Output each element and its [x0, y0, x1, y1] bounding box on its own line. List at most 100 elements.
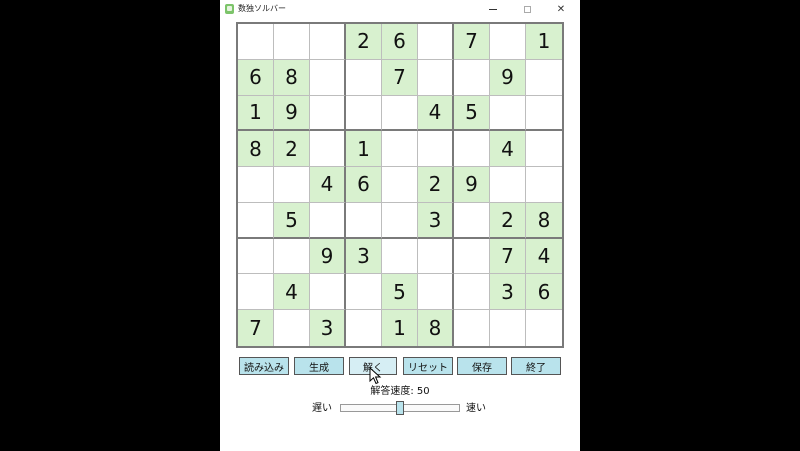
sudoku-cell[interactable]: 1 [382, 310, 418, 346]
sudoku-cell[interactable]: 7 [454, 24, 490, 60]
sudoku-cell[interactable]: 1 [526, 24, 562, 60]
sudoku-cell[interactable] [310, 59, 346, 96]
sudoku-cell[interactable]: 6 [346, 167, 382, 203]
speed-label: 解答速度: 50 [370, 386, 430, 397]
maximize-icon [523, 5, 531, 13]
close-icon: ✕ [556, 3, 566, 15]
speed-slider-thumb[interactable] [396, 401, 404, 415]
sudoku-cell[interactable] [310, 202, 346, 239]
sudoku-cell[interactable]: 1 [238, 95, 274, 132]
sudoku-cell[interactable] [310, 95, 346, 132]
sudoku-cell[interactable]: 4 [418, 95, 454, 132]
sudoku-cell[interactable]: 4 [526, 238, 562, 275]
sudoku-cell[interactable] [526, 310, 562, 346]
sudoku-cell[interactable] [490, 310, 526, 346]
minimize-icon [489, 8, 497, 10]
sudoku-cell[interactable] [382, 238, 418, 275]
sudoku-cell[interactable]: 7 [238, 310, 274, 346]
load-button[interactable]: 読み込み [239, 357, 289, 375]
sudoku-cell[interactable] [418, 238, 454, 275]
sudoku-cell[interactable] [310, 131, 346, 168]
sudoku-cell[interactable] [454, 59, 490, 96]
sudoku-cell[interactable]: 5 [274, 202, 310, 239]
sudoku-cell[interactable] [346, 274, 382, 311]
generate-button[interactable]: 生成 [294, 357, 344, 375]
sudoku-cell[interactable] [526, 60, 562, 96]
sudoku-cell[interactable]: 2 [346, 24, 382, 60]
sudoku-cell[interactable]: 3 [418, 202, 454, 239]
sudoku-cell[interactable] [490, 167, 526, 203]
sudoku-cell[interactable]: 8 [526, 202, 562, 239]
sudoku-cell[interactable]: 3 [346, 238, 382, 275]
sudoku-cell[interactable]: 6 [238, 59, 274, 96]
sudoku-cell[interactable]: 8 [418, 310, 454, 346]
minimize-button[interactable] [478, 0, 508, 18]
app-icon [225, 4, 234, 14]
sudoku-cell[interactable] [454, 238, 490, 275]
sudoku-cell[interactable] [490, 95, 526, 132]
sudoku-cell[interactable]: 9 [454, 167, 490, 203]
sudoku-cell[interactable] [274, 238, 310, 275]
sudoku-cell[interactable]: 5 [454, 95, 490, 132]
sudoku-cell[interactable]: 3 [490, 274, 526, 311]
sudoku-cell[interactable]: 8 [274, 59, 310, 96]
sudoku-cell[interactable] [454, 274, 490, 311]
sudoku-cell[interactable] [346, 310, 382, 346]
sudoku-cell[interactable] [490, 24, 526, 60]
sudoku-cell[interactable] [274, 310, 310, 346]
sudoku-cell[interactable] [274, 24, 310, 60]
sudoku-cell[interactable] [382, 95, 418, 132]
sudoku-cell[interactable]: 9 [490, 59, 526, 96]
sudoku-cell[interactable]: 6 [382, 24, 418, 60]
sudoku-cell[interactable] [238, 238, 274, 275]
sudoku-cell[interactable] [238, 24, 274, 60]
sudoku-cell[interactable]: 2 [274, 131, 310, 168]
sudoku-cell[interactable]: 4 [274, 274, 310, 311]
speed-slider[interactable] [340, 401, 460, 415]
sudoku-cell[interactable] [346, 202, 382, 239]
exit-button[interactable]: 終了 [511, 357, 561, 375]
sudoku-cell[interactable]: 4 [310, 167, 346, 203]
sudoku-cell[interactable] [382, 131, 418, 168]
sudoku-cell[interactable] [418, 131, 454, 168]
sudoku-cell[interactable] [418, 24, 454, 60]
maximize-button[interactable] [512, 0, 542, 18]
sudoku-cell[interactable]: 3 [310, 310, 346, 346]
sudoku-cell[interactable] [454, 131, 490, 168]
sudoku-cell[interactable] [238, 274, 274, 311]
sudoku-cell[interactable] [310, 274, 346, 311]
sudoku-cell[interactable] [382, 167, 418, 203]
sudoku-cell[interactable]: 1 [346, 131, 382, 168]
sudoku-cell[interactable]: 9 [310, 238, 346, 275]
sudoku-cell[interactable] [382, 202, 418, 239]
sudoku-cell[interactable]: 8 [238, 131, 274, 168]
sudoku-board: 267168791945821446295328937445367318 [236, 22, 564, 348]
save-button[interactable]: 保存 [457, 357, 507, 375]
sudoku-cell[interactable] [274, 167, 310, 203]
sudoku-cell[interactable] [418, 59, 454, 96]
sudoku-cell[interactable]: 7 [490, 238, 526, 275]
sudoku-cell[interactable]: 6 [526, 274, 562, 311]
sudoku-cell[interactable] [310, 24, 346, 60]
sudoku-cell[interactable]: 2 [490, 202, 526, 239]
sudoku-cell[interactable]: 9 [274, 95, 310, 132]
slow-label: 遅い [312, 403, 332, 414]
sudoku-cell[interactable] [526, 167, 562, 203]
sudoku-cell[interactable] [454, 202, 490, 239]
sudoku-cell[interactable] [346, 95, 382, 132]
sudoku-cell[interactable] [526, 131, 562, 168]
sudoku-cell[interactable]: 4 [490, 131, 526, 168]
sudoku-cell[interactable] [346, 59, 382, 96]
app-window: 数独ソルバー ✕ 2671687919458214462953289374453… [220, 0, 580, 451]
sudoku-cell[interactable] [418, 274, 454, 311]
title-bar[interactable]: 数独ソルバー ✕ [220, 0, 580, 18]
sudoku-cell[interactable] [238, 167, 274, 203]
sudoku-cell[interactable] [238, 202, 274, 239]
sudoku-cell[interactable] [526, 96, 562, 132]
sudoku-cell[interactable]: 2 [418, 167, 454, 203]
close-button[interactable]: ✕ [546, 0, 576, 18]
sudoku-cell[interactable]: 7 [382, 59, 418, 96]
sudoku-cell[interactable] [454, 310, 490, 346]
reset-button[interactable]: リセット [403, 357, 453, 375]
sudoku-cell[interactable]: 5 [382, 274, 418, 311]
